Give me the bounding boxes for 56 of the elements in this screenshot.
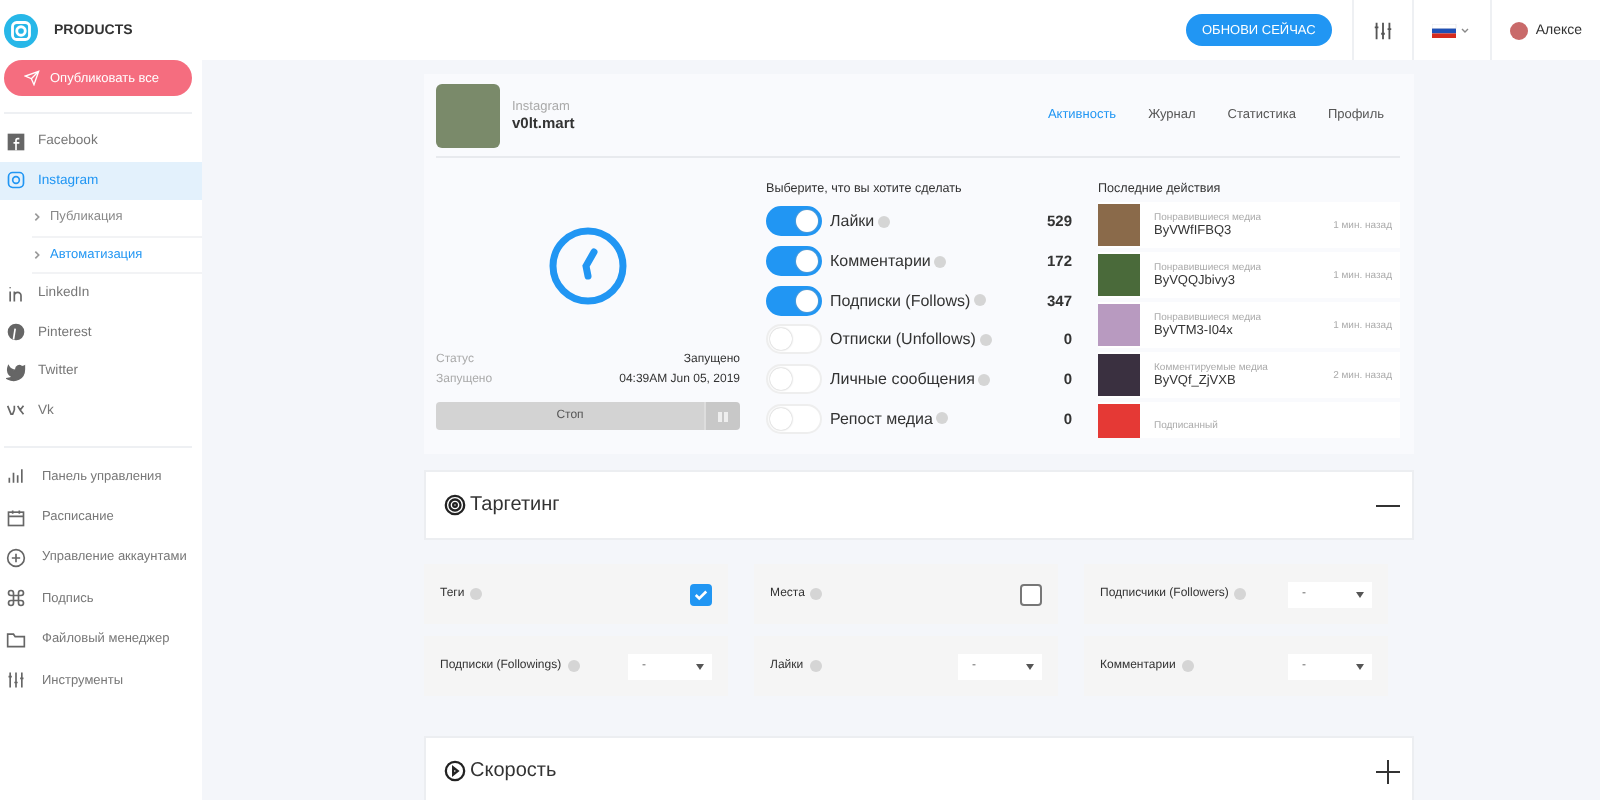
help-icon (1234, 588, 1247, 601)
action-label: Личные сообщения (830, 370, 1064, 389)
pinterest-icon (6, 322, 26, 343)
help-icon (1181, 660, 1194, 673)
avatar-icon[interactable] (1509, 21, 1528, 39)
help-icon (809, 660, 822, 673)
paper-plane-icon (24, 70, 40, 86)
calendar-icon (6, 507, 26, 528)
speed-panel[interactable]: Скорость (424, 736, 1414, 800)
toggle-switch[interactable] (766, 285, 822, 316)
play-icon (444, 760, 466, 783)
checkbox[interactable] (1020, 583, 1042, 606)
help-icon (978, 373, 991, 386)
caret-icon (1356, 663, 1364, 670)
chevron-right-icon (32, 249, 42, 260)
toggle-switch[interactable] (766, 246, 822, 277)
caret-icon (1026, 663, 1034, 670)
action-label: Репост медиа (830, 409, 1064, 428)
panel-title: Таргетинг (470, 494, 562, 517)
caret-icon (696, 663, 704, 670)
flag-icon[interactable] (1431, 23, 1472, 37)
action-label: Подписки (Follows) (830, 291, 1047, 310)
help-icon (810, 588, 823, 601)
facebook-icon (6, 131, 26, 152)
checkbox[interactable] (690, 583, 712, 606)
clock-icon (548, 226, 628, 306)
caret-icon (1356, 591, 1364, 598)
sliders-icon[interactable] (1371, 19, 1394, 41)
help-icon (936, 412, 949, 425)
photo-placeholder (436, 83, 500, 147)
help-icon (974, 294, 987, 307)
help-icon (567, 660, 580, 673)
toggle-switch[interactable] (766, 206, 822, 237)
action-label: Комментарии (830, 252, 1047, 271)
help-icon (979, 333, 992, 346)
check-icon (694, 587, 708, 602)
folder-icon (6, 629, 26, 650)
action-label: Лайки (830, 212, 1047, 231)
plus-circle-icon (6, 547, 26, 568)
action-label: Отписки (Unfollows) (830, 330, 1064, 349)
instagram-icon (6, 170, 26, 191)
bar-chart-icon (6, 466, 26, 487)
vk-icon (6, 400, 26, 421)
help-icon (878, 215, 891, 228)
target-icon (444, 494, 466, 517)
command-icon (6, 588, 26, 609)
pause-icon (718, 411, 728, 421)
help-icon (470, 588, 483, 601)
plus-icon[interactable] (1376, 759, 1400, 784)
linkedin-icon (6, 283, 26, 304)
sliders-icon (6, 670, 26, 691)
panel-title: Скорость (470, 760, 559, 783)
chevron-right-icon (32, 212, 42, 223)
targeting-panel[interactable]: Таргетинг (424, 470, 1414, 541)
help-icon (934, 255, 947, 268)
bird-icon (6, 361, 26, 382)
